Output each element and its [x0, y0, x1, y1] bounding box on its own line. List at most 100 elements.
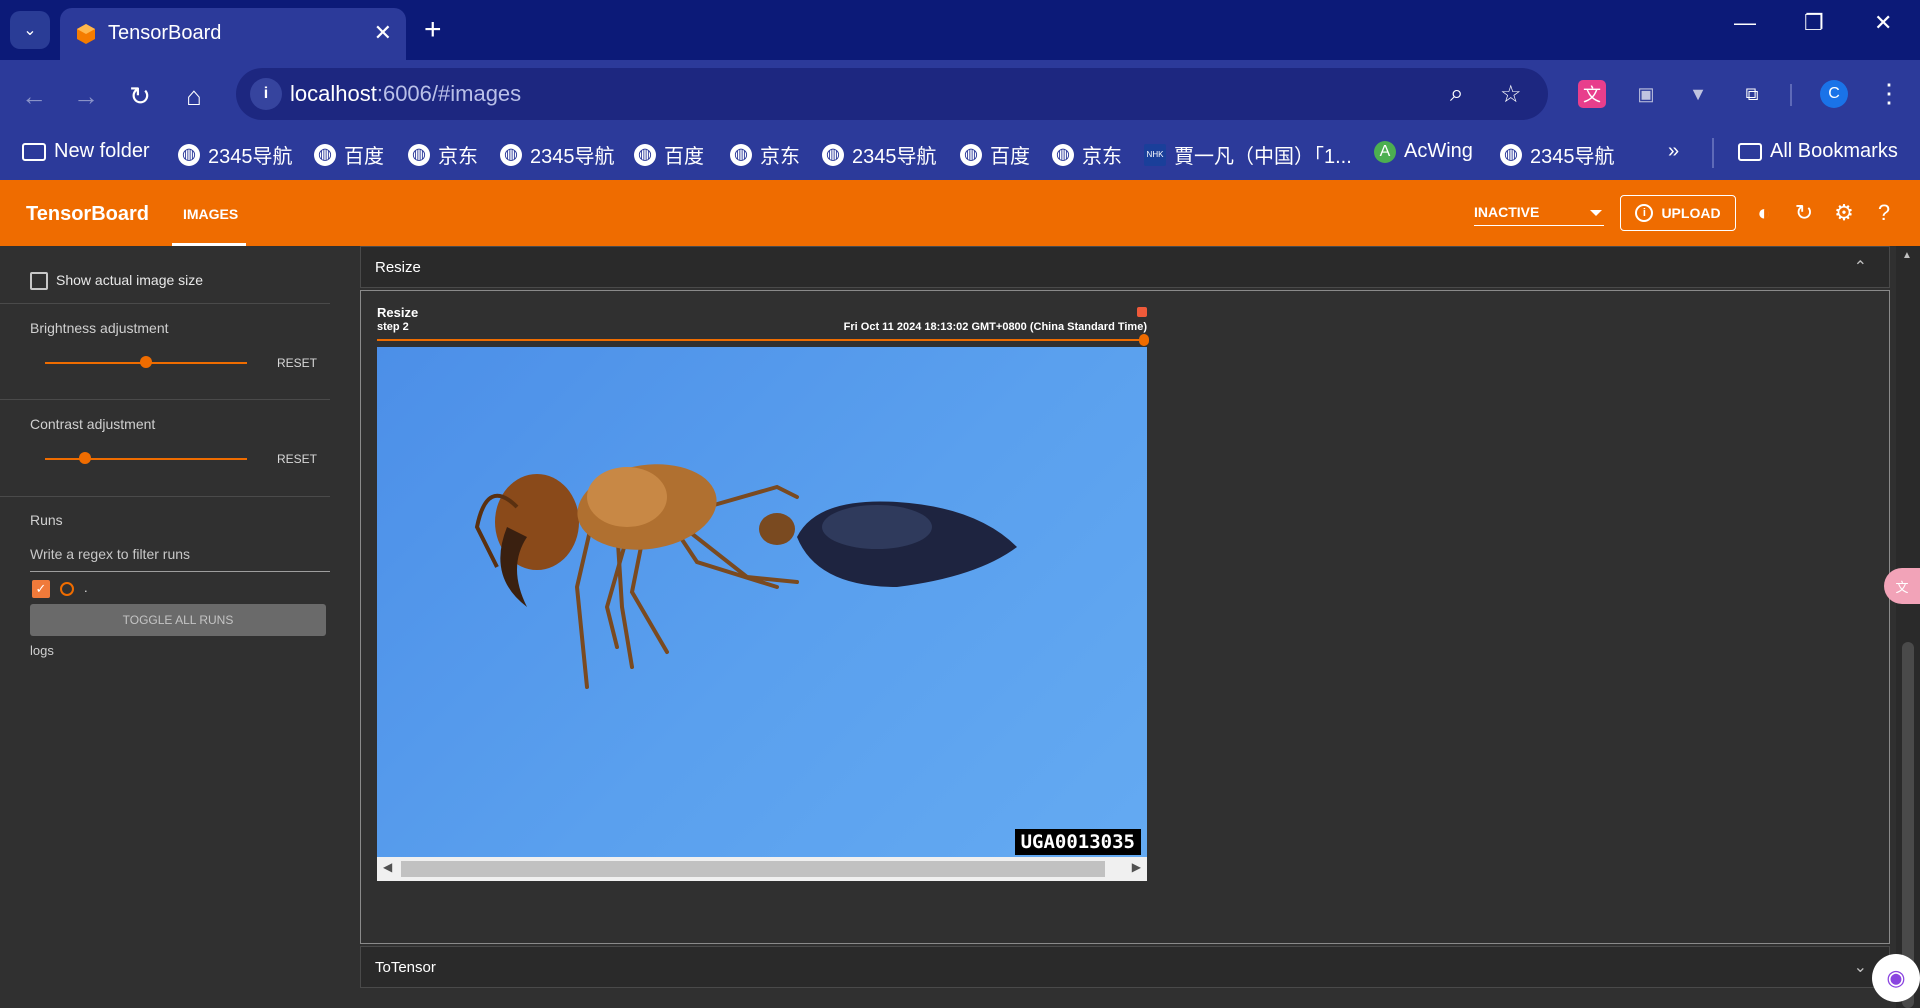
contrast-slider-track[interactable] — [45, 458, 247, 460]
globe-icon: ◍ — [408, 143, 430, 166]
bookmarks-bar: New folder ◍ 2345导航 ◍ 百度 ◍ 京东 ◍ 2345导航 ◍ 百度 ◍… — [0, 130, 1920, 180]
step-slider-track[interactable] — [377, 339, 1147, 341]
reload-data-icon[interactable]: ↻ — [1791, 200, 1817, 226]
reload-icon[interactable]: ↻ — [122, 78, 158, 114]
bookmark-item[interactable]: ◍ 2345导航 — [500, 140, 615, 169]
run-name: . — [84, 580, 88, 595]
bookmark-item[interactable]: ◍ 2345导航 — [178, 140, 293, 169]
restore-icon[interactable]: ❐ — [1804, 10, 1824, 36]
bookmark-star-icon[interactable]: ☆ — [1500, 80, 1522, 109]
folder-icon — [22, 142, 46, 161]
assistant-float-icon[interactable]: ◉ — [1872, 954, 1920, 1002]
scrollbar-thumb[interactable] — [401, 861, 1105, 877]
sidebar-divider — [0, 496, 330, 497]
scroll-left-arrow-icon[interactable]: ◀ — [383, 860, 392, 874]
bookmark-item[interactable]: ◍ 京东 — [730, 140, 800, 169]
info-circle-icon: i — [1635, 204, 1654, 222]
scroll-up-arrow-icon[interactable]: ▲ — [1902, 250, 1912, 261]
bookmark-item[interactable]: ◍ 百度 — [314, 140, 384, 169]
run-checkbox[interactable]: ✓ — [32, 580, 50, 598]
contrast-label: Contrast adjustment — [30, 416, 156, 432]
globe-icon: ◍ — [178, 143, 200, 166]
bookmark-item[interactable]: ◍ 京东 — [1052, 140, 1122, 169]
bookmark-new-folder[interactable]: New folder — [22, 140, 150, 163]
bookmark-item[interactable]: ◍ 百度 — [634, 140, 704, 169]
upload-button[interactable]: i UPLOAD — [1620, 195, 1736, 231]
vue-extension-icon[interactable]: ▼ — [1684, 80, 1712, 108]
back-arrow-icon[interactable]: ← — [16, 78, 52, 114]
translate-extension-icon[interactable]: 文 — [1578, 80, 1606, 108]
bookmark-item[interactable]: ◍ 百度 — [960, 140, 1030, 169]
home-icon[interactable]: ⌂ — [176, 78, 212, 114]
theme-toggle-icon[interactable]: ◐ — [1751, 200, 1777, 226]
profile-avatar[interactable]: C — [1820, 80, 1848, 108]
bookmark-item[interactable]: NHK 賈一凡（中国）「1... — [1144, 140, 1352, 169]
sidebar: Show actual image size Brightness adjust… — [0, 246, 350, 1008]
globe-icon: ◍ — [1500, 143, 1522, 166]
tv-extension-icon[interactable]: ▣ — [1632, 80, 1660, 108]
show-actual-size-label: Show actual image size — [56, 272, 204, 288]
tab-images[interactable]: IMAGES — [172, 180, 246, 246]
acwing-icon: A — [1374, 140, 1396, 163]
bookmark-item[interactable]: ◍ 2345导航 — [1500, 140, 1615, 169]
toolbar-divider — [1790, 84, 1792, 106]
chevron-down-icon[interactable]: ⌄ — [1854, 957, 1867, 977]
bookmarks-overflow-button[interactable]: » — [1668, 140, 1679, 163]
window-close-icon[interactable]: ✕ — [1874, 10, 1892, 36]
ant-illustration — [474, 464, 1017, 689]
url-text[interactable]: localhost:6006/#images — [290, 81, 521, 107]
all-bookmarks-button[interactable]: All Bookmarks — [1738, 140, 1898, 163]
brightness-slider-thumb[interactable] — [140, 356, 152, 368]
forward-arrow-icon[interactable]: → — [68, 78, 104, 114]
plugin-select-dropdown[interactable]: INACTIVE — [1474, 204, 1604, 226]
help-icon[interactable]: ? — [1871, 200, 1897, 226]
contrast-slider-thumb[interactable] — [79, 452, 92, 464]
site-info-icon[interactable]: i — [250, 78, 282, 110]
toggle-all-runs-button[interactable]: TOGGLE ALL RUNS — [30, 604, 326, 636]
runs-filter-input[interactable]: Write a regex to filter runs — [30, 540, 330, 572]
runs-filter-placeholder: Write a regex to filter runs — [30, 546, 191, 562]
image-step-label: step 2 — [377, 321, 409, 333]
zoom-icon[interactable]: ⌕ — [1450, 80, 1463, 108]
bookmarks-divider — [1712, 138, 1714, 168]
tensorboard-brand[interactable]: TensorBoard — [26, 203, 149, 226]
brightness-label: Brightness adjustment — [30, 320, 169, 336]
bookmark-item[interactable]: A AcWing — [1374, 140, 1473, 163]
tab-close-icon[interactable]: ✕ — [374, 20, 392, 46]
page-vertical-scrollbar[interactable]: ▲ — [1896, 246, 1920, 1008]
image-card-flag-icon — [1137, 307, 1147, 317]
run-color-indicator[interactable] — [60, 582, 74, 596]
image-horizontal-scrollbar[interactable]: ◀ ▶ — [377, 857, 1147, 881]
translate-float-icon[interactable]: 文 — [1884, 568, 1920, 604]
bookmark-item[interactable]: ◍ 京东 — [408, 140, 478, 169]
globe-icon: ◍ — [960, 143, 982, 166]
address-bar[interactable]: i localhost:6006/#images ⌕ ☆ — [236, 68, 1548, 120]
new-tab-button[interactable]: + — [424, 12, 442, 48]
step-slider-thumb[interactable] — [1139, 334, 1149, 346]
tab-search-button[interactable]: ⌄ — [10, 11, 50, 49]
resize-section-title: Resize — [375, 259, 421, 276]
minimize-icon[interactable]: — — [1734, 10, 1756, 36]
resize-section-body: Resize step 2 Fri Oct 11 2024 18:13:02 G… — [360, 290, 1890, 944]
browser-tab[interactable]: TensorBoard ✕ — [60, 8, 406, 60]
browser-tab-strip: ⌄ TensorBoard ✕ + — ❐ ✕ — [0, 0, 1920, 60]
main-content: Resize ⌃ Resize step 2 Fri Oct 11 2024 1… — [350, 246, 1920, 1008]
browser-menu-icon[interactable]: ⋮ — [1876, 78, 1902, 109]
logdir-label: logs — [30, 643, 54, 658]
contrast-reset-button[interactable]: RESET — [277, 452, 317, 466]
globe-icon: ◍ — [730, 143, 752, 166]
totensor-section-header[interactable]: ToTensor ⌄ — [360, 946, 1890, 988]
resize-section-header[interactable]: Resize ⌃ — [360, 246, 1890, 288]
upload-label: UPLOAD — [1661, 205, 1721, 221]
bookmark-item[interactable]: ◍ 2345导航 — [822, 140, 937, 169]
page-scrollbar-thumb[interactable] — [1902, 642, 1914, 1008]
chevron-up-icon[interactable]: ⌃ — [1854, 257, 1867, 277]
settings-gear-icon[interactable]: ⚙ — [1831, 200, 1857, 226]
image-timestamp: Fri Oct 11 2024 18:13:02 GMT+0800 (China… — [843, 321, 1147, 333]
scroll-right-arrow-icon[interactable]: ▶ — [1132, 860, 1141, 874]
extensions-puzzle-icon[interactable]: ⧉ — [1738, 80, 1766, 108]
sidebar-divider — [0, 399, 330, 400]
tensorboard-header: TensorBoard IMAGES INACTIVE i UPLOAD ◐ ↻… — [0, 180, 1920, 246]
show-actual-size-checkbox[interactable] — [30, 272, 48, 290]
brightness-reset-button[interactable]: RESET — [277, 356, 317, 370]
